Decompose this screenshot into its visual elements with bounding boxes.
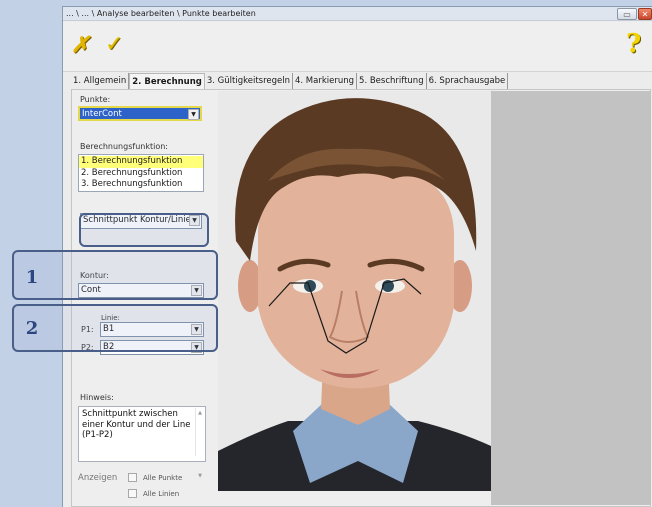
portrait-image	[218, 91, 491, 491]
title-bar: ... \ ... \ Analyse bearbeiten \ Punkte …	[63, 7, 652, 21]
ok-button[interactable]: ✓	[105, 34, 129, 58]
window-controls: ▭ ✕	[616, 8, 652, 20]
tab-label: 4. Markierung	[295, 76, 355, 86]
minimize-button[interactable]: ▭	[617, 8, 637, 20]
list-item[interactable]: 2. Berechnungsfunktion	[79, 168, 203, 180]
hinweis-text: Schnittpunkt zwischen einer Kontur und d…	[82, 409, 191, 440]
face-photo[interactable]	[218, 91, 491, 491]
tab-berechnung[interactable]: 2. Berechnung	[129, 73, 205, 89]
cancel-button[interactable]: ✗	[71, 34, 95, 58]
tab-label: 1. Allgemein	[73, 76, 127, 86]
punkte-dropdown[interactable]: InterCont ▼	[78, 106, 202, 121]
checkmark-icon: ✓	[105, 32, 124, 57]
close-icon: ✕	[641, 9, 649, 19]
hinweis-label: Hinweis:	[80, 393, 114, 402]
tab-label: 2. Berechnung	[132, 77, 202, 87]
calcfn-label: Berechnungsfunktion:	[80, 142, 168, 151]
callout-box-1	[12, 250, 218, 300]
tab-label: 3. Gültigkeitsregeln	[206, 76, 290, 86]
punkte-value: InterCont	[82, 109, 122, 119]
toolbar: ✗ ✓ ?	[63, 22, 652, 72]
help-icon: ?	[626, 29, 642, 59]
cancel-icon: ✗	[71, 32, 90, 58]
tab-beschriftung[interactable]: 5. Beschriftung	[357, 73, 427, 89]
tab-gueltigkeitsregeln[interactable]: 3. Gültigkeitsregeln	[205, 73, 293, 89]
tab-markierung[interactable]: 4. Markierung	[293, 73, 358, 89]
help-button[interactable]: ?	[626, 30, 646, 58]
close-button[interactable]: ✕	[638, 8, 652, 20]
alle-linien-checkbox[interactable]	[128, 489, 137, 498]
punkte-label: Punkte:	[80, 95, 111, 104]
callout-marker-1: 1	[25, 267, 39, 288]
alle-punkte-checkbox[interactable]	[128, 473, 137, 482]
scrollbar[interactable]: ▲ ▼	[195, 408, 204, 479]
tab-bar: 1. Allgemein 2. Berechnung 3. Gültigkeit…	[71, 73, 509, 89]
window-title: ... \ ... \ Analyse bearbeiten \ Punkte …	[66, 9, 256, 18]
calcfn-listbox[interactable]: 1. Berechnungsfunktion 2. Berechnungsfun…	[78, 154, 204, 192]
tab-label: 6. Sprachausgabe	[428, 76, 506, 86]
callout-marker-2: 2	[25, 318, 39, 339]
alle-linien-label: Alle Linien	[143, 490, 180, 498]
tab-sprachausgabe[interactable]: 6. Sprachausgabe	[427, 73, 509, 89]
anzeigen-label: Anzeigen	[78, 473, 118, 483]
method-highlight-box	[79, 213, 209, 247]
tab-allgemein[interactable]: 1. Allgemein	[71, 73, 130, 89]
minimize-icon: ▭	[623, 9, 631, 19]
hinweis-textarea[interactable]: Schnittpunkt zwischen einer Kontur und d…	[78, 406, 206, 479]
alle-punkte-label: Alle Punkte	[143, 474, 183, 482]
list-item[interactable]: 3. Berechnungsfunktion	[79, 179, 203, 191]
chevron-down-icon[interactable]: ▼	[188, 109, 199, 120]
callout-box-2	[12, 304, 218, 352]
tab-label: 5. Beschriftung	[359, 76, 424, 86]
list-item[interactable]: 1. Berechnungsfunktion	[79, 156, 203, 168]
image-canvas-background	[491, 91, 651, 505]
